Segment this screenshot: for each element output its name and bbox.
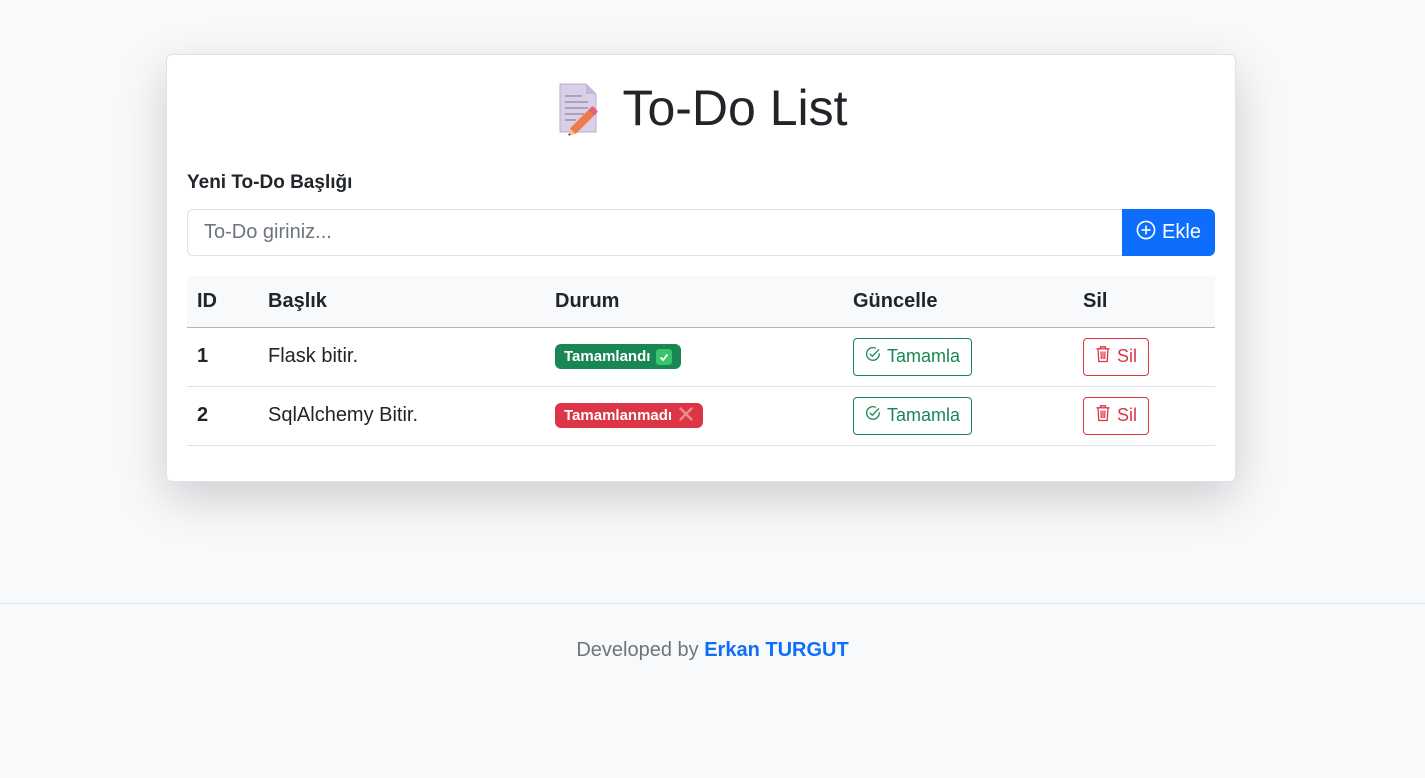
title-row: To-Do List [187, 55, 1215, 159]
status-badge: Tamamlandı [555, 344, 682, 369]
complete-button-label: Tamamla [887, 405, 961, 425]
todo-table: ID Başlık Durum Güncelle Sil 1 Flask bit… [187, 276, 1215, 446]
table-row: 1 Flask bitir. Tamamlandı Tamamla Sil [187, 327, 1215, 387]
cross-mark-icon [678, 406, 694, 426]
page-title: To-Do List [622, 80, 848, 136]
row-id: 1 [187, 327, 258, 387]
footer-prefix: Developed by [576, 639, 699, 661]
complete-button-label: Tamamla [887, 346, 961, 366]
column-header-update: Güncelle [843, 276, 1073, 328]
plus-circle-icon [1136, 220, 1156, 246]
footer-credit: Developed by Erkan TURGUT [0, 639, 1425, 662]
complete-button[interactable]: Tamamla [853, 396, 973, 435]
check-circle-icon [865, 346, 881, 367]
add-todo-form: Ekle [187, 209, 1215, 256]
todo-card: To-Do List Yeni To-Do Başlığı Ekle ID Ba… [166, 54, 1236, 482]
delete-button[interactable]: Sil [1083, 337, 1150, 376]
column-header-title: Başlık [258, 276, 545, 328]
add-button[interactable]: Ekle [1122, 209, 1215, 256]
status-badge-label: Tamamlandı [564, 348, 651, 365]
status-badge-label: Tamamlanmadı [564, 407, 673, 424]
trash-icon [1095, 404, 1111, 427]
author-link[interactable]: Erkan TURGUT [704, 639, 848, 661]
table-header-row: ID Başlık Durum Güncelle Sil [187, 276, 1215, 328]
footer: Developed by Erkan TURGUT [0, 603, 1425, 778]
column-header-delete: Sil [1073, 276, 1215, 328]
trash-icon [1095, 345, 1111, 368]
table-row: 2 SqlAlchemy Bitir. Tamamlanmadı Tamamla… [187, 386, 1215, 446]
complete-button[interactable]: Tamamla [853, 337, 973, 376]
delete-button-label: Sil [1117, 405, 1138, 425]
column-header-status: Durum [545, 276, 843, 328]
row-id: 2 [187, 386, 258, 446]
check-circle-icon [865, 405, 881, 426]
memo-icon [554, 80, 604, 136]
add-button-label: Ekle [1162, 221, 1201, 243]
row-title: SqlAlchemy Bitir. [258, 386, 545, 446]
todo-input[interactable] [187, 209, 1122, 256]
column-header-id: ID [187, 276, 258, 328]
delete-button[interactable]: Sil [1083, 396, 1150, 435]
status-badge: Tamamlanmadı [555, 403, 704, 428]
row-title: Flask bitir. [258, 327, 545, 387]
delete-button-label: Sil [1117, 346, 1138, 366]
check-mark-icon [656, 348, 673, 365]
new-todo-label: Yeni To-Do Başlığı [187, 172, 353, 193]
